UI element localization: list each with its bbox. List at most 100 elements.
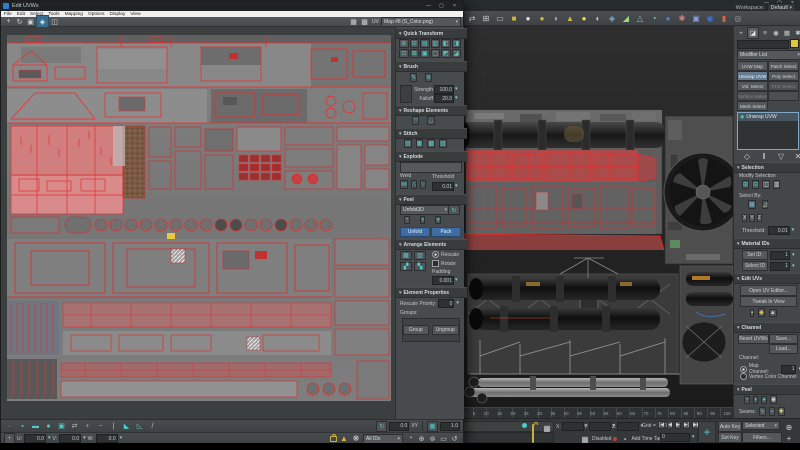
texture-dropdown[interactable]: Map #8 (S_Color.png) ▾	[381, 17, 461, 27]
spinner-arrows[interactable]: ▾	[83, 436, 86, 441]
reset-uvws-button[interactable]: Reset UVWs	[738, 334, 769, 344]
toolbar-icon[interactable]: ◎	[732, 12, 744, 24]
toolbar-icon[interactable]: ▣	[690, 12, 702, 24]
stitch-tool-icon[interactable]: ▩	[427, 139, 435, 148]
rotate-tool-icon[interactable]: ↻	[14, 16, 25, 27]
object-name-field[interactable]	[737, 40, 789, 49]
toolbar-icon[interactable]: ◢	[620, 12, 632, 24]
toolbar-icon[interactable]: ◉	[704, 12, 716, 24]
close-icon[interactable]: ×	[448, 2, 461, 9]
align-tool-icon[interactable]: ▣	[420, 49, 430, 58]
set-id-button[interactable]: Set ID:	[742, 250, 768, 260]
peel-tool-icon[interactable]: ◕	[435, 216, 441, 224]
vol-select-button[interactable]: Vol. Select	[737, 81, 768, 91]
uv-selection-icon[interactable]: −	[95, 421, 106, 432]
weld-tool-icon[interactable]: ∵	[420, 180, 426, 189]
map-channel-radio[interactable]	[740, 366, 747, 373]
align-tool-icon[interactable]: ▢	[431, 49, 441, 58]
stack-tool-icon[interactable]: ◇	[741, 150, 753, 162]
arrange-tool-icon[interactable]: ▦	[400, 251, 412, 260]
toolbar-icon[interactable]: ◐	[592, 12, 604, 24]
brush-falloff-curve-icon[interactable]	[400, 85, 412, 103]
uv-selection-icon[interactable]: ◣	[121, 421, 132, 432]
peel-tool-icon[interactable]: ◑	[420, 216, 426, 224]
spinner-arrows[interactable]: ▾	[692, 435, 695, 440]
stitch-header[interactable]: ▾ Stitch	[396, 128, 467, 139]
xy-plane-label[interactable]: XY	[411, 423, 418, 429]
modifier-stack[interactable]: ◉ Unwrap UVW	[737, 112, 799, 150]
patch-select-button[interactable]: Patch Select	[768, 61, 799, 71]
utilities-tab[interactable]: ✱	[793, 28, 800, 38]
align-tool-icon[interactable]: ◩	[441, 49, 451, 58]
stitch-tool-icon[interactable]: ▦	[416, 139, 424, 148]
menu-item[interactable]: Display	[110, 12, 126, 17]
uv-selection-icon[interactable]: |	[108, 421, 119, 432]
tweak-in-view-button[interactable]: Tweak In View	[740, 296, 797, 307]
selection-set-dropdown[interactable]: Selected ▾	[742, 421, 780, 430]
weld-tool-icon[interactable]: ⋈	[400, 180, 408, 189]
edit-uvs-rollout-header[interactable]: ▾ Edit UVs	[734, 273, 800, 284]
set-key-button[interactable]: Set Key	[718, 432, 742, 443]
subobject-mode-icon[interactable]: ◆	[758, 308, 765, 317]
align-tool-icon[interactable]: ▥	[431, 39, 441, 48]
spinner-arrows[interactable]: ▾	[792, 264, 795, 269]
rescale-option[interactable]: Rescale	[432, 251, 459, 258]
isolate-toggle-icon[interactable]	[522, 423, 527, 428]
minimize-icon[interactable]: —	[422, 2, 435, 9]
select-id-button[interactable]: Select ID	[742, 261, 768, 271]
peel-tool-icon[interactable]: ◔	[404, 216, 410, 224]
wall-panel-model[interactable]	[460, 110, 665, 250]
align-tool-icon[interactable]: ⊠	[410, 49, 420, 58]
toolbar-icon[interactable]: ✱	[676, 12, 688, 24]
reshape-tool-icon[interactable]: ◠	[412, 116, 419, 125]
toolbar-icon[interactable]: ◈	[606, 12, 618, 24]
spinner-arrows[interactable]: ▾	[455, 184, 458, 189]
mirror-tool-icon[interactable]: ◫	[49, 16, 60, 27]
uv-selection-icon[interactable]: ·	[4, 421, 15, 432]
peel-tool-icon[interactable]: ◑	[753, 396, 759, 404]
stack-tool-icon[interactable]: ✕	[792, 150, 800, 162]
strength-field[interactable]: 100.0	[434, 85, 454, 94]
uv-selection-icon[interactable]: ◺	[134, 421, 145, 432]
spinner-arrows[interactable]: ▾	[456, 301, 459, 306]
toolbar-icon[interactable]: ●	[536, 12, 548, 24]
snap-toggle-icon[interactable]: ▦	[541, 422, 553, 434]
spinner-arrows[interactable]: ▾	[120, 436, 123, 441]
arrange-elements-header[interactable]: ▾ Arrange Elements	[396, 239, 467, 250]
peel-method-dropdown[interactable]: Unfold3D ▾	[400, 205, 450, 215]
pack-button[interactable]: Pack	[431, 227, 461, 237]
y-field[interactable]	[589, 422, 611, 431]
select-id-field[interactable]: 1	[770, 262, 790, 271]
spinner-arrows[interactable]: ▾	[455, 96, 458, 101]
axis-button[interactable]: Y	[749, 214, 754, 222]
stack-tool-icon[interactable]: ▽	[775, 150, 787, 162]
brush-tool-icon[interactable]: ✎	[410, 73, 417, 82]
object-color-swatch[interactable]	[790, 39, 799, 48]
quick-transform-header[interactable]: ▾ Quick Transform	[396, 28, 467, 39]
current-frame-field[interactable]: 0	[660, 433, 690, 442]
uv-selection-icon[interactable]: ▬	[30, 421, 41, 432]
stitch-tool-icon[interactable]: ▤	[404, 139, 412, 148]
lock-icon[interactable]	[330, 436, 337, 442]
selection-rollout-header[interactable]: ▾ Selection	[734, 162, 800, 173]
modify-selection-icon[interactable]: ◫	[762, 180, 770, 189]
show-map-icon[interactable]: ▩	[359, 16, 370, 27]
menu-item[interactable]: View	[130, 12, 140, 17]
threshold-field[interactable]: 0.01	[768, 226, 790, 235]
align-tool-icon[interactable]: ⊡	[399, 49, 409, 58]
uv-canvas[interactable]	[1, 27, 395, 419]
group-button[interactable]: Group	[403, 325, 429, 335]
poly-select-button[interactable]: Poly Select	[768, 71, 799, 81]
unfold-button[interactable]: Unfold	[400, 227, 430, 237]
peel-tool-icon[interactable]: ◉	[770, 395, 777, 404]
load-button[interactable]: Load...	[769, 344, 798, 354]
surface-select-button[interactable]: Surface Select	[737, 91, 768, 101]
spinner-arrows[interactable]: ▾	[792, 253, 795, 258]
w-field[interactable]: 0.0	[96, 434, 118, 443]
arrange-tool-icon[interactable]: ▚	[414, 262, 426, 271]
channel-rollout-header[interactable]: ▾ Channel	[734, 322, 800, 333]
mesh-select-button[interactable]: Mesh Select	[737, 101, 768, 111]
align-tool-icon[interactable]: ◨	[452, 39, 462, 48]
add-keys-button[interactable]: +	[698, 421, 716, 443]
modify-tab[interactable]: ◪	[747, 27, 759, 39]
